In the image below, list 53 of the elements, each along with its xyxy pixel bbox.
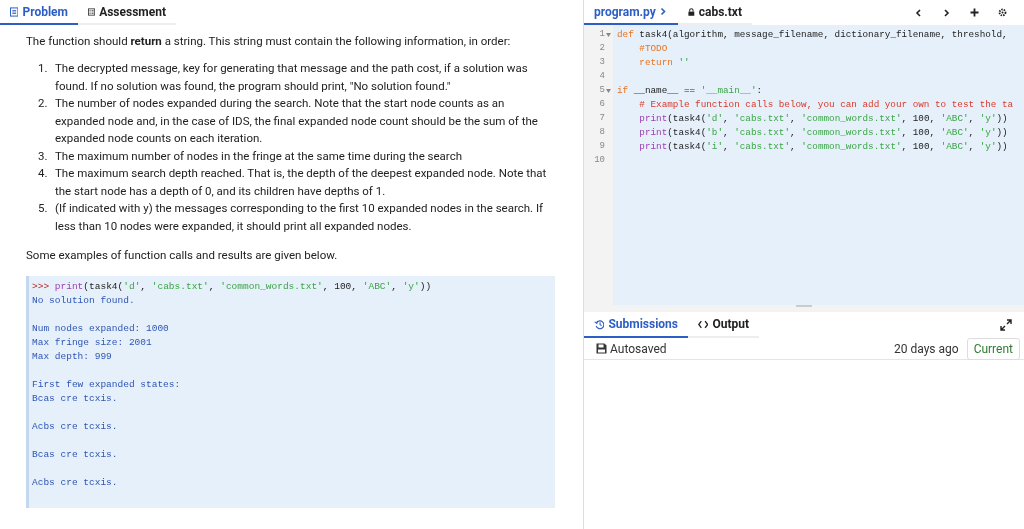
output-line: Acbs cre tcxis.: [32, 420, 118, 434]
list-item-text: The maximum search depth reached. That is, the depth of the deepest expanded node. Note that the start node has a depth of 0, and its children have depths of 1.: [55, 165, 548, 200]
list-number: 2.: [38, 95, 49, 112]
list-number: 4.: [38, 165, 49, 182]
tab[interactable]: Output: [688, 312, 759, 338]
save-icon: [596, 343, 607, 354]
line-number: 10: [594, 154, 605, 168]
fold-icon[interactable]: [605, 89, 611, 93]
autosaved-label: Autosaved: [610, 340, 667, 358]
list-number: 1.: [38, 60, 49, 77]
output-line: Bcas cre tcxis.: [32, 448, 118, 462]
line-number: 1: [599, 28, 605, 42]
line-number: 9: [599, 140, 605, 154]
line-number: 5: [599, 84, 605, 98]
tab[interactable]: Assessment: [78, 0, 176, 25]
output-line: Max fringe size: 2001: [32, 336, 152, 350]
list-item-text: The decrypted message, key for generating that message and the path cost, if a solution was found. If no solution was found, the program should print, "No solution found.": [55, 60, 529, 95]
tab[interactable]: Problem: [0, 0, 78, 25]
output-line: Num nodes expanded: 1000: [32, 322, 169, 336]
list-item-text: The number of nodes expanded during the search. Note that the start node counts as an expanded node and, in the case of IDS, the final expanded node count should be the sum of the expanded node counts on each iteration.: [55, 95, 539, 147]
line-number: 2: [599, 42, 605, 56]
document-icon: [10, 5, 19, 18]
output-line: No solution found.: [32, 294, 135, 308]
example-output-block: >>> print(task4('d', 'cabs.txt', 'common_words.txt', 100, 'ABC', 'y')) No solution found. Num nodes expanded: 1000 Max fringe size: 2001 Max depth: 999 First few expanded states: Bcas cre tcxis. Acbs cre tcxis. Bcas cre tcxis. Acbs cre tcxis.: [26, 276, 555, 508]
list-number: 5.: [38, 200, 49, 217]
list-number: 3.: [38, 147, 49, 165]
settings-icon[interactable]: [996, 8, 1008, 17]
current-badge: Current: [966, 337, 1020, 360]
history-icon: [594, 318, 605, 330]
output-line: Max depth: 999: [32, 350, 112, 364]
line-number: 3: [599, 56, 605, 70]
code-editor[interactable]: 1 2 3 4 5 6 7 8 9 10 def task4(algorithm, message_filename, dictionary_filename, threshold, #TODO return '' if __name__ == '__main__': # Example function calls below, you can add your own to test the ta print(task4('d', 'cabs.txt', 'common_words.txt', 100, 'ABC', 'y')) print(task4('b', 'cabs.txt', 'common_words.txt', 100, 'ABC', 'y')) print(task4('i', 'cabs.txt', 'common_words.txt', 100, 'ABC', 'y')): [584, 25, 1024, 305]
output-line: First few expanded states:: [32, 378, 181, 392]
add-button[interactable]: [968, 8, 980, 17]
checklist-icon: [88, 5, 96, 18]
resize-handle[interactable]: [796, 305, 812, 307]
chevron-icon: [659, 7, 666, 16]
list-item-text: (If indicated with y) the messages corresponding to the first 10 expanded nodes in the search. If less than 10 nodes were expanded, it should print all expanded nodes.: [55, 200, 545, 235]
output-line: Bcas cre tcxis.: [32, 392, 118, 406]
line-number: 6: [599, 98, 605, 112]
intro-text: The function should return a string. This string must contain the following information, in order:: [26, 33, 512, 50]
fold-icon[interactable]: [605, 33, 611, 37]
tab[interactable]: Submissions: [584, 312, 688, 338]
submission-time: 20 days ago: [894, 340, 959, 358]
list-item-text: The maximum number of nodes in the fringe at the same time during the search: [55, 147, 462, 165]
expand-icon[interactable]: [1000, 319, 1012, 331]
line-number: 7: [599, 112, 605, 126]
line-number: 4: [599, 70, 605, 84]
code-icon: [698, 319, 709, 329]
line-number: 8: [599, 126, 605, 140]
lock-icon: [688, 6, 695, 17]
examples-intro-text: Some examples of function calls and results are given below.: [26, 247, 339, 264]
output-line: Acbs cre tcxis.: [32, 476, 118, 490]
